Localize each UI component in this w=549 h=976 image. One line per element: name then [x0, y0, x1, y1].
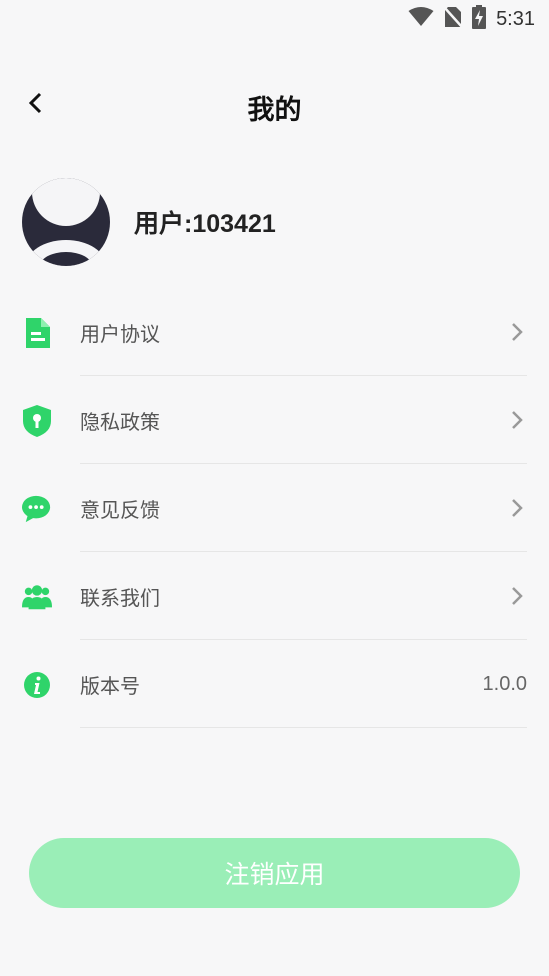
status-bar: 5:31 — [0, 0, 549, 40]
profile-section: 用户:103421 — [22, 178, 276, 266]
info-icon — [22, 670, 52, 700]
chevron-right-icon — [507, 320, 527, 344]
shield-icon — [22, 405, 52, 437]
menu-item-label: 用户协议 — [80, 322, 160, 346]
users-icon — [22, 582, 52, 612]
menu-item-label: 联系我们 — [80, 586, 160, 610]
menu-item-label: 意见反馈 — [80, 498, 160, 522]
username: 用户:103421 — [134, 210, 276, 238]
version-number: 1.0.0 — [482, 673, 527, 695]
header: 我的 — [0, 78, 549, 132]
page-title: 我的 — [247, 95, 302, 126]
battery-charging-icon — [472, 5, 487, 33]
chat-bubble-icon — [22, 494, 52, 524]
menu-item-contact-us[interactable]: 联系我们 — [0, 552, 549, 640]
chevron-right-icon — [507, 408, 527, 432]
menu-item-label: 版本号 — [80, 674, 140, 698]
menu-item-user-agreement[interactable]: 用户协议 — [0, 288, 549, 376]
wifi-icon — [408, 7, 434, 31]
status-time: 5:31 — [496, 7, 535, 30]
chevron-right-icon — [507, 496, 527, 520]
no-sim-icon — [443, 6, 463, 32]
chevron-right-icon — [507, 584, 527, 608]
document-icon — [22, 318, 52, 348]
menu-item-feedback[interactable]: 意见反馈 — [0, 464, 549, 552]
menu-item-privacy-policy[interactable]: 隐私政策 — [0, 376, 549, 464]
avatar[interactable] — [22, 178, 110, 266]
logout-button[interactable]: 注销应用 — [29, 838, 520, 908]
menu-item-version: 版本号 1.0.0 — [0, 640, 549, 728]
menu-item-label: 隐私政策 — [80, 410, 160, 434]
divider — [80, 727, 527, 728]
menu-list: 用户协议 隐私政策 意见反馈 联系我们 版本号 1.0.0 — [0, 288, 549, 728]
